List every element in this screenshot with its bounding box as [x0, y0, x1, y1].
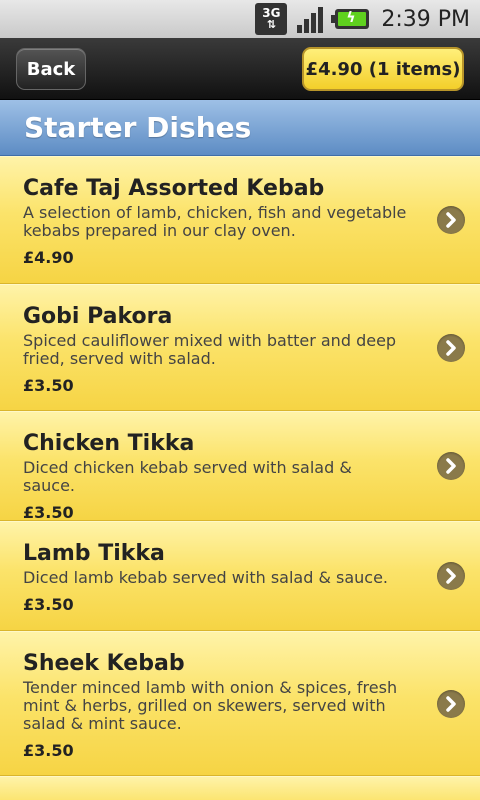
dish-price: £3.50 [23, 503, 74, 522]
dish-description: Tender minced lamb with onion & spices, … [23, 678, 398, 733]
network-3g-icon: 3G ⇅ [255, 3, 288, 35]
dish-description: A selection of lamb, chicken, fish and v… [23, 203, 407, 240]
list-item[interactable]: Sheek Kebab Tender minced lamb with onio… [0, 631, 480, 776]
clock: 2:39 PM [381, 6, 470, 32]
dish-price: £4.90 [23, 248, 74, 267]
dish-name: Lamb Tikka [23, 541, 165, 566]
cart-button[interactable]: £4.90 (1 items) [302, 47, 464, 91]
dish-list: Cafe Taj Assorted Kebab A selection of l… [0, 156, 480, 800]
dish-price: £3.50 [23, 376, 74, 395]
dish-description: Diced lamb kebab served with salad & sau… [23, 568, 389, 587]
dish-price: £3.50 [23, 595, 74, 614]
chevron-right-icon[interactable] [437, 206, 465, 234]
section-header: Starter Dishes [0, 100, 480, 156]
chevron-right-icon[interactable] [437, 452, 465, 480]
chevron-right-icon[interactable] [437, 562, 465, 590]
dish-price: £3.50 [23, 741, 74, 760]
list-item[interactable]: Gobi Pakora Spiced cauliflower mixed wit… [0, 284, 480, 411]
dish-description: Diced chicken kebab served with salad & … [23, 458, 352, 495]
list-item[interactable]: Chicken Tikka Diced chicken kebab served… [0, 411, 480, 522]
list-item[interactable]: Cafe Taj Assorted Kebab A selection of l… [0, 156, 480, 284]
status-bar: 3G ⇅ ϟ 2:39 PM [0, 0, 480, 38]
chevron-right-icon[interactable] [437, 689, 465, 718]
back-button[interactable]: Back [16, 48, 86, 90]
dish-name: Gobi Pakora [23, 304, 173, 329]
list-item[interactable]: Lamb Tikka Diced lamb kebab served with … [0, 521, 480, 631]
section-title: Starter Dishes [24, 111, 252, 144]
dish-name: Chicken Tikka [23, 431, 195, 456]
dish-name: Cafe Taj Assorted Kebab [23, 176, 325, 201]
dish-name: Sheek Kebab [23, 651, 185, 676]
chevron-right-icon[interactable] [437, 333, 465, 362]
toolbar: Back £4.90 (1 items) [0, 38, 480, 100]
dish-description: Spiced cauliflower mixed with batter and… [23, 331, 397, 368]
signal-strength-icon [295, 3, 327, 35]
battery-charging-icon: ϟ [331, 9, 370, 29]
list-item[interactable] [0, 776, 480, 800]
